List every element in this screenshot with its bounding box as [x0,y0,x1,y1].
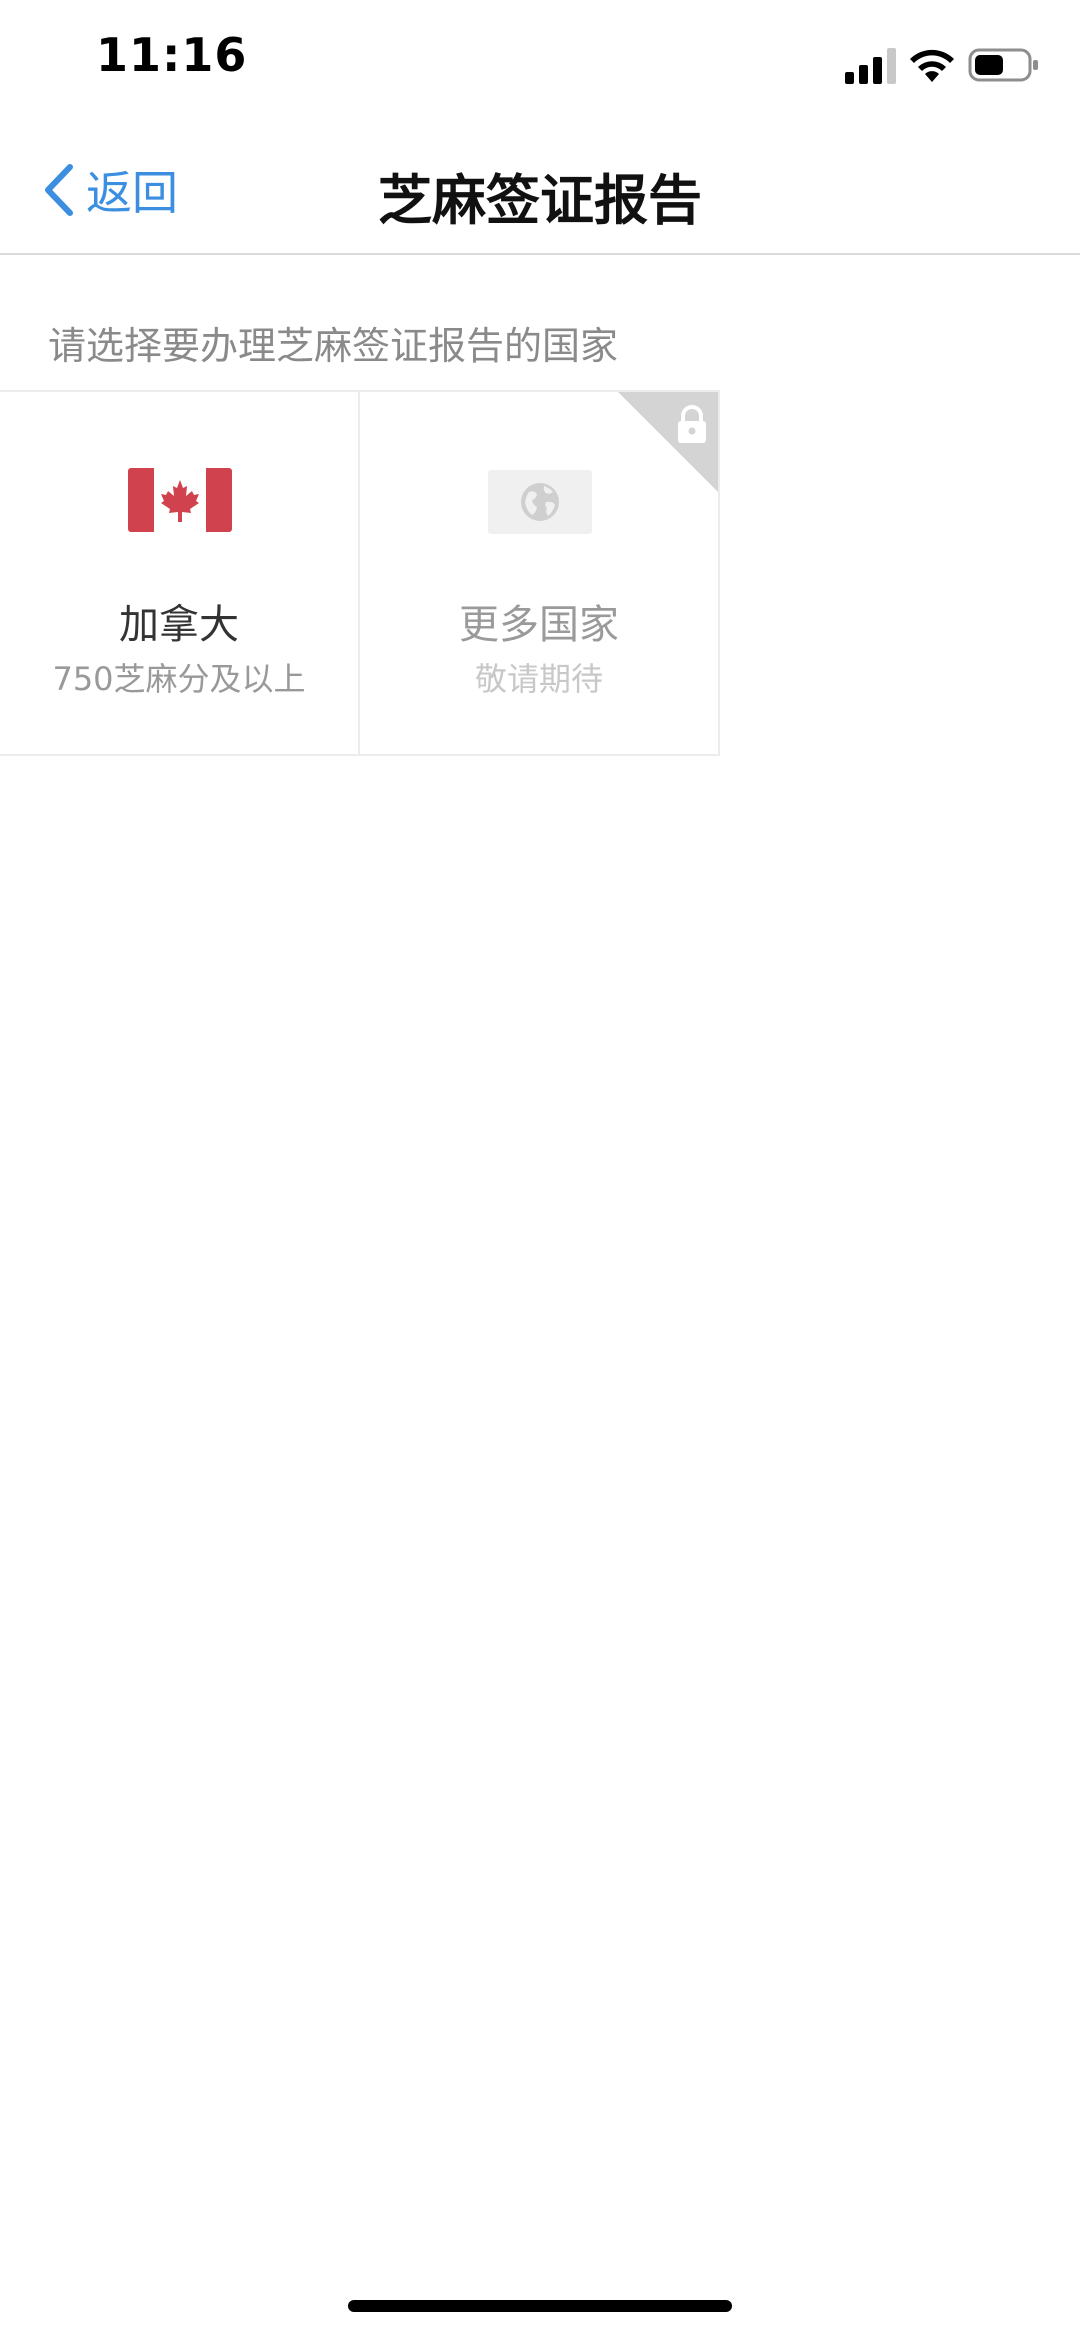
status-time: 11:16 [96,28,248,82]
signal-icon [845,48,896,84]
nav-bar: 返回 芝麻签证报告 [0,120,1080,255]
globe-icon [521,483,559,521]
country-card-canada[interactable]: 加拿大 750芝麻分及以上 [0,392,360,754]
section-label: 请选择要办理芝麻签证报告的国家 [48,324,619,368]
page-title: 芝麻签证报告 [378,169,702,232]
screen: 11:16 返回 芝麻签证报告 请选择要办理芝麻签证报告的国家 加拿大 750芝… [0,0,1080,2337]
lock-icon [618,392,718,492]
home-indicator[interactable] [348,2300,732,2312]
country-name: 更多国家 [459,602,619,648]
globe-placeholder [488,470,592,534]
canada-flag-icon [128,468,232,532]
wifi-icon [910,49,954,82]
country-card-more[interactable]: 更多国家 敬请期待 [360,392,720,754]
country-name: 加拿大 [119,602,239,648]
country-coming-soon: 敬请期待 [474,660,603,698]
country-grid: 加拿大 750芝麻分及以上 更多国家 敬请期待 [0,390,720,756]
country-requirement: 750芝麻分及以上 [52,660,306,698]
battery-icon [968,48,1038,82]
status-bar: 11:16 [0,0,1080,120]
